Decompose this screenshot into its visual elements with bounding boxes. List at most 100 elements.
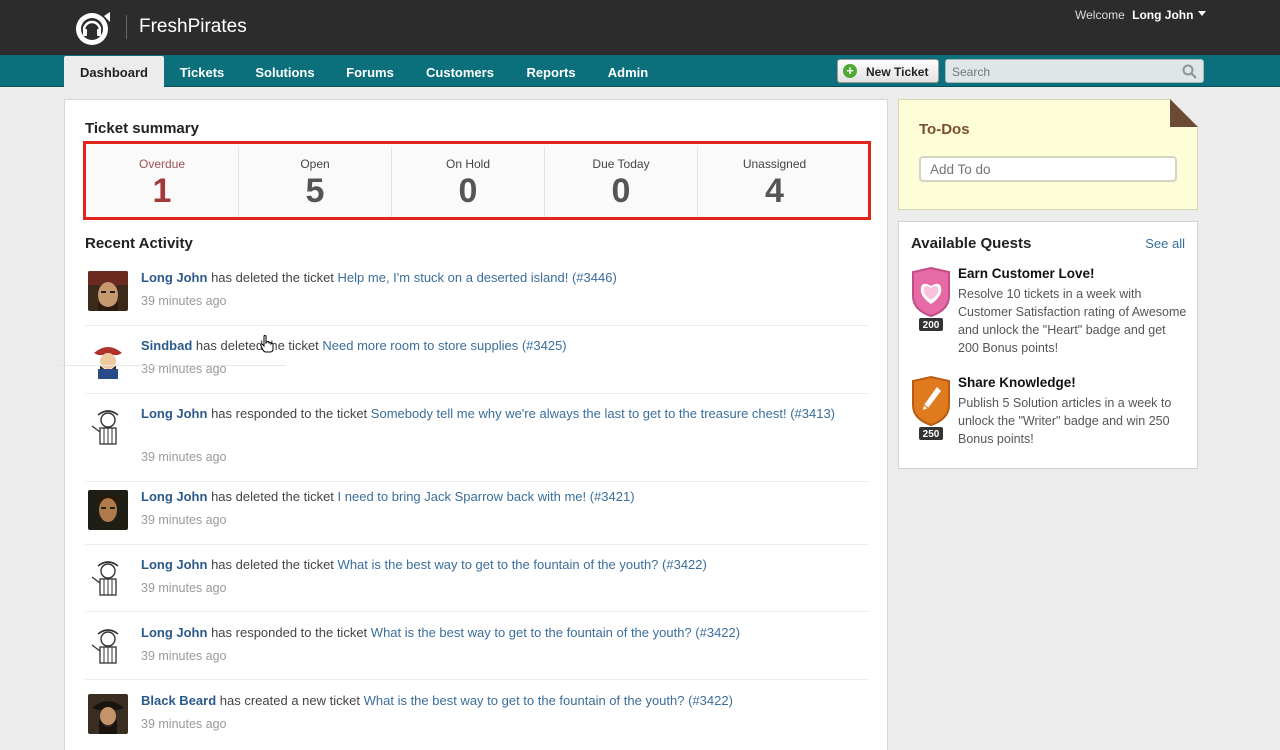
tab-dashboard[interactable]: Dashboard — [64, 56, 164, 87]
activity-text: Long John has deleted the ticket I need … — [141, 487, 841, 507]
activity-time: 39 minutes ago — [141, 649, 227, 663]
quest-description: Publish 5 Solution articles in a week to… — [958, 396, 1172, 446]
summary-count: 0 — [458, 172, 478, 210]
activity-ticket-link[interactable]: Somebody tell me why we're always the la… — [371, 406, 835, 421]
new-ticket-button[interactable]: + New Ticket — [837, 59, 939, 83]
quests-title: Available Quests — [911, 235, 1032, 252]
summary-on-hold[interactable]: On Hold 0 — [392, 147, 545, 217]
tab-tickets[interactable]: Tickets — [170, 56, 234, 87]
summary-label: Due Today — [592, 157, 650, 171]
summary-count: 4 — [765, 172, 784, 210]
summary-overdue[interactable]: Overdue 1 — [86, 147, 239, 217]
activity-action: has deleted the ticket — [211, 557, 334, 572]
activity-item: Long John has responded to the ticket Wh… — [85, 612, 868, 680]
activity-action: has deleted the ticket — [211, 270, 334, 285]
search-input[interactable] — [952, 64, 1172, 80]
headset-icon[interactable] — [74, 12, 110, 46]
page-fold-icon — [1170, 99, 1198, 127]
summary-label: On Hold — [445, 157, 491, 171]
activity-ticket-link[interactable]: I need to bring Jack Sparrow back with m… — [338, 489, 635, 504]
summary-count: 0 — [611, 172, 631, 210]
pirate-avatar-will[interactable] — [88, 490, 128, 530]
activity-action: has created a new ticket — [219, 693, 360, 708]
activity-text: Long John has responded to the ticket So… — [141, 404, 841, 424]
activity-text: Black Beard has created a new ticket Wha… — [141, 691, 841, 711]
tab-reports[interactable]: Reports — [518, 56, 584, 87]
activity-item: Long John has deleted the ticket I need … — [85, 482, 868, 545]
user-name[interactable]: Long John — [1132, 8, 1193, 22]
quest-points: 200 — [923, 320, 940, 331]
activity-ticket-link[interactable]: Need more room to store supplies (#3425) — [322, 338, 566, 353]
ticket-summary: Overdue 1 Open 5 On Hold 0 Due Today 0 U… — [83, 141, 871, 220]
quest-description: Resolve 10 tickets in a week with Custom… — [958, 287, 1187, 355]
activity-time: 39 minutes ago — [141, 717, 227, 731]
summary-open[interactable]: Open 5 — [239, 147, 392, 217]
activity-item: Long John has responded to the ticket So… — [85, 394, 868, 482]
summary-count: 1 — [152, 172, 172, 210]
plus-icon: + — [843, 64, 857, 78]
activity-user-link[interactable]: Black Beard — [141, 693, 216, 708]
summary-unassigned[interactable]: Unassigned 4 — [698, 147, 851, 217]
activity-user-link[interactable]: Long John — [141, 625, 207, 640]
search-box — [945, 59, 1204, 83]
pirate-avatar-blackbeard[interactable] — [88, 694, 128, 734]
new-ticket-label: New Ticket — [866, 65, 929, 79]
search-icon[interactable] — [1182, 64, 1197, 79]
activity-item: Black Beard has created a new ticket Wha… — [85, 680, 868, 750]
pirate-avatar-jack[interactable] — [88, 271, 128, 311]
heart-badge-icon: 200 — [912, 266, 950, 331]
activity-user-link[interactable]: Long John — [141, 489, 207, 504]
pirate-avatar-sketch[interactable] — [88, 406, 128, 446]
see-all-link[interactable]: See all — [1145, 236, 1185, 251]
activity-user-link[interactable]: Long John — [141, 270, 207, 285]
quest-item[interactable]: 200 Earn Customer Love! Resolve 10 ticke… — [909, 266, 1187, 358]
tab-customers[interactable]: Customers — [418, 56, 502, 87]
brand-divider — [126, 15, 127, 39]
pirate-avatar-sketch[interactable] — [88, 557, 128, 597]
activity-user-link[interactable]: Long John — [141, 406, 207, 421]
quest-title: Earn Customer Love! — [958, 266, 1095, 281]
quest-title: Share Knowledge! — [958, 375, 1076, 390]
activity-ticket-link[interactable]: Help me, I'm stuck on a deserted island!… — [338, 270, 617, 285]
activity-ticket-link[interactable]: What is the best way to get to the fount… — [338, 557, 707, 572]
hand-cursor-icon — [260, 335, 274, 353]
ticket-summary-title: Ticket summary — [85, 120, 199, 137]
chevron-down-icon[interactable] — [1198, 11, 1207, 16]
tab-forums[interactable]: Forums — [338, 56, 402, 87]
activity-time: 39 minutes ago — [141, 581, 227, 595]
quest-points: 250 — [923, 429, 940, 440]
summary-label: Unassigned — [742, 157, 807, 171]
quest-divider — [58, 365, 286, 366]
welcome-text: Welcome — [1075, 8, 1125, 22]
summary-count: 5 — [305, 172, 325, 210]
activity-ticket-link[interactable]: What is the best way to get to the fount… — [364, 693, 733, 708]
activity-item: Long John has deleted the ticket What is… — [85, 545, 868, 612]
quests-widget: Available Quests See all 200 Earn Custom… — [898, 221, 1198, 469]
tab-solutions[interactable]: Solutions — [247, 56, 323, 87]
activity-text: Long John has deleted the ticket What is… — [141, 555, 841, 575]
activity-ticket-link[interactable]: What is the best way to get to the fount… — [371, 625, 740, 640]
quest-item[interactable]: 250 Share Knowledge! Publish 5 Solution … — [909, 375, 1187, 453]
activity-user-link[interactable]: Sindbad — [141, 338, 192, 353]
top-bar: FreshPirates Welcome Long John — [0, 0, 1280, 55]
summary-due-today[interactable]: Due Today 0 — [545, 147, 698, 217]
tab-admin[interactable]: Admin — [599, 56, 657, 87]
pirate-avatar-cartoon[interactable] — [88, 339, 128, 379]
user-menu[interactable]: Welcome Long John — [1075, 8, 1207, 22]
summary-label: Open — [300, 157, 330, 171]
activity-item: Long John has deleted the ticket Help me… — [85, 262, 868, 326]
pirate-avatar-sketch[interactable] — [88, 625, 128, 665]
brand-name[interactable]: FreshPirates — [139, 16, 247, 38]
add-todo-input[interactable] — [919, 156, 1177, 182]
summary-label: Overdue — [138, 157, 186, 171]
activity-time: 39 minutes ago — [141, 450, 227, 464]
activity-action: has deleted the ticket — [211, 489, 334, 504]
recent-activity-title: Recent Activity — [85, 235, 193, 252]
todos-title: To-Dos — [919, 121, 970, 138]
activity-action: has deleted the ticket — [195, 338, 319, 353]
activity-action: has responded to the ticket — [211, 406, 368, 421]
activity-user-link[interactable]: Long John — [141, 557, 207, 572]
pen-badge-icon: 250 — [912, 375, 950, 440]
activity-item: Sindbad has deleted the ticket Need more… — [85, 326, 868, 394]
todos-widget: To-Dos — [898, 99, 1198, 210]
